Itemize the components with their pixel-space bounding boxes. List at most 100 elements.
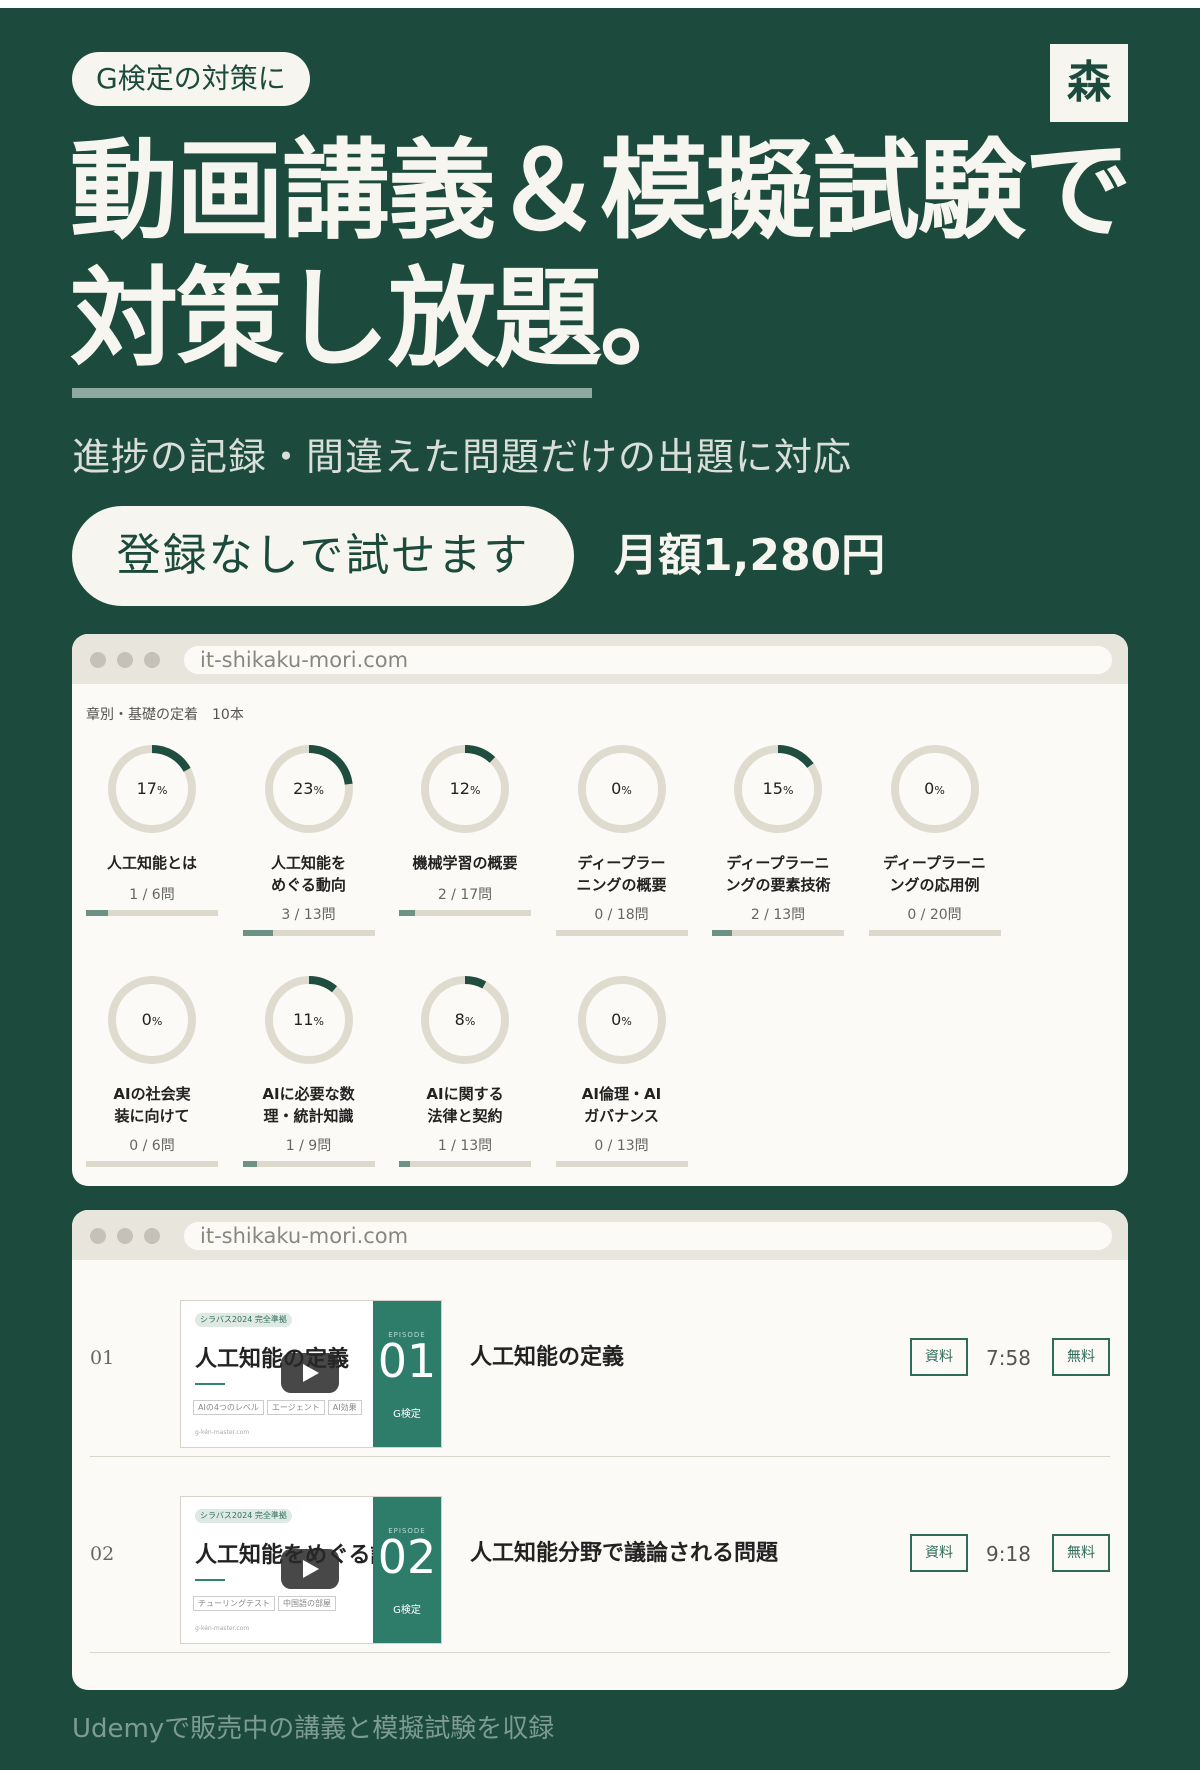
- percent-value: 0: [611, 779, 622, 798]
- chapter-title-line: ニングの概要: [576, 876, 667, 894]
- chapter-question-count: 1 / 9問: [285, 1138, 332, 1154]
- lecture-number: 01: [90, 1347, 115, 1369]
- window-dot-icon: [90, 652, 106, 668]
- chapter-progress-fill: [242, 1161, 258, 1167]
- chapter-question-count: 1 / 13問: [437, 1138, 493, 1154]
- progress-percent: 11%: [264, 975, 354, 1065]
- materials-button[interactable]: 資料: [910, 1338, 968, 1376]
- browser-bar: it-shikaku-mori.com: [72, 1210, 1128, 1260]
- percent-unit: %: [313, 784, 324, 797]
- lecture-thumbnail[interactable]: シラバス2024 完全準拠人工知能をめぐる議論チューリングテスト中国語の部屋g-…: [180, 1496, 442, 1644]
- chapter-title-line: AI倫理・AI: [581, 1085, 662, 1103]
- percent-value: 0: [924, 779, 935, 798]
- window-dot-icon: [90, 1228, 106, 1244]
- chapter-question-count: 0 / 20問: [907, 907, 962, 923]
- percent-unit: %: [621, 1015, 632, 1028]
- section-label: 章別・基礎の定着 10本: [86, 707, 244, 723]
- chapter-title: AIに必要な数 理・統計知識: [243, 1083, 375, 1127]
- thumbnail-episode-panel: EPISODE 01 G検定: [373, 1301, 441, 1447]
- chapter-title-line: ディープラーニ: [882, 854, 987, 872]
- thumbnail-accent-line: [195, 1383, 225, 1385]
- chapter-card[interactable]: 0% ディープラーニ ングの応用例 0 / 20問: [868, 744, 1001, 954]
- chapter-question-count: 3 / 13問: [281, 907, 336, 923]
- chapter-title: ディープラーニ ングの要素技術: [712, 852, 844, 896]
- chapter-title-line: ディープラーニ: [726, 854, 830, 872]
- headline: 動画講義＆模擬試験で 対策し放題。: [70, 128, 1180, 384]
- chapter-title-line: ディープラー: [577, 854, 666, 872]
- progress-percent: 0%: [577, 975, 667, 1065]
- chapter-card[interactable]: 17% 人工知能とは 1 / 6問: [86, 744, 218, 954]
- chapter-question-count: 0 / 13問: [594, 1138, 649, 1154]
- lecture-number: 02: [90, 1543, 115, 1565]
- percent-value: 17: [136, 779, 157, 798]
- percent-value: 12: [449, 779, 470, 798]
- url-bar[interactable]: it-shikaku-mori.com: [184, 646, 1112, 674]
- window-dot-icon: [144, 1228, 160, 1244]
- chapter-title-line: 装に向けて: [114, 1107, 190, 1125]
- thumbnail-accent-line: [195, 1579, 225, 1581]
- monthly-price: 月額1,280円: [614, 530, 886, 581]
- thumbnail-chip: AIの4つのレベル: [193, 1400, 264, 1415]
- lecture-title[interactable]: 人工知能の定義: [470, 1260, 624, 1456]
- chapter-card[interactable]: 15% ディープラーニ ングの要素技術 2 / 13問: [712, 744, 844, 954]
- play-icon[interactable]: [281, 1549, 339, 1589]
- chapter-title: 機械学習の概要: [399, 852, 531, 874]
- percent-value: 0: [611, 1010, 622, 1029]
- free-badge[interactable]: 無料: [1052, 1338, 1110, 1376]
- chapter-card[interactable]: 0% AIの社会実 装に向けて 0 / 6問: [86, 975, 218, 1185]
- thumbnail-exam-label: G検定: [393, 1409, 421, 1420]
- thumbnail-chip: チューリングテスト: [193, 1596, 275, 1611]
- percent-unit: %: [469, 784, 481, 797]
- play-icon[interactable]: [281, 1353, 339, 1393]
- progress-percent: 0%: [577, 744, 667, 834]
- chapter-progress-bar: [555, 1161, 688, 1167]
- try-without-signup-button[interactable]: 登録なしで試せます: [72, 506, 574, 606]
- thumbnail-exam-label: G検定: [393, 1605, 421, 1616]
- progress-percent: 17%: [107, 744, 197, 834]
- percent-unit: %: [151, 1015, 163, 1028]
- chapter-card[interactable]: 23% 人工知能を めぐる動向 3 / 13問: [242, 744, 375, 954]
- chapter-card[interactable]: 8% AIに関する 法律と契約 1 / 13問: [399, 975, 531, 1185]
- chapter-title-line: ガバナンス: [584, 1107, 659, 1125]
- chapter-question-count: 2 / 13問: [750, 907, 806, 923]
- chapter-progress-bar: [555, 930, 688, 936]
- thumbnail-chips: チューリングテスト 中国語の部屋: [193, 1591, 339, 1611]
- chapter-title-line: 法律と契約: [427, 1107, 503, 1125]
- top-strip: [0, 0, 1200, 8]
- progress-percent: 23%: [264, 744, 354, 834]
- footer-note: Udemyで販売中の講義と模擬試験を収録: [72, 1714, 555, 1744]
- lecture-row[interactable]: 01 シラバス2024 完全準拠 人工知能の定義 AIの4つのレベル エージェント AI効…: [90, 1260, 1110, 1456]
- chapter-progress-fill: [712, 930, 732, 936]
- chapter-progress-fill: [242, 930, 273, 936]
- materials-button[interactable]: 資料: [910, 1534, 968, 1572]
- chapter-progress-bar: [242, 1161, 375, 1167]
- chapter-card[interactable]: 0% AI倫理・AI ガバナンス 0 / 13問: [555, 975, 688, 1185]
- headline-line-1: 動画講義＆模擬試験で: [70, 129, 1132, 254]
- chapter-progress-bar: [712, 930, 844, 936]
- thumbnail-chip: エージェント: [266, 1400, 325, 1415]
- lecture-row[interactable]: 02シラバス2024 完全準拠人工知能をめぐる議論チューリングテスト中国語の部屋…: [90, 1456, 1110, 1652]
- headline-underline: [72, 388, 592, 398]
- lecture-thumbnail[interactable]: シラバス2024 完全準拠 人工知能の定義 AIの4つのレベル エージェント AI効果 g…: [180, 1300, 442, 1448]
- url-bar[interactable]: it-shikaku-mori.com: [184, 1222, 1112, 1250]
- chapter-progress-fill: [86, 910, 109, 916]
- chapter-card[interactable]: 11% AIに必要な数 理・統計知識 1 / 9問: [242, 975, 375, 1185]
- chapter-question-count: 0 / 18問: [594, 907, 649, 923]
- lecture-title[interactable]: 人工知能分野で議論される問題: [470, 1456, 778, 1652]
- window-dot-icon: [144, 652, 160, 668]
- thumbnail-episode-number: 01: [377, 1334, 437, 1388]
- chapter-title: AIに関する 法律と契約: [399, 1083, 531, 1127]
- chapter-card[interactable]: 0% ディープラー ニングの概要 0 / 18問: [555, 744, 688, 954]
- chapter-title-line: めぐる動向: [271, 876, 346, 894]
- progress-percent: 15%: [733, 744, 823, 834]
- percent-value: 8: [454, 1010, 465, 1029]
- thumbnail-url: g-kén-master.com: [195, 1429, 250, 1436]
- mori-logo: 森: [1050, 44, 1128, 122]
- free-badge[interactable]: 無料: [1052, 1534, 1110, 1572]
- chapter-title-line: AIに関する: [426, 1085, 504, 1103]
- thumbnail-episode-number: 02: [377, 1530, 437, 1584]
- chapter-title: 人工知能を めぐる動向: [243, 852, 375, 896]
- chapter-title: ディープラー ニングの概要: [556, 852, 688, 896]
- chapter-card[interactable]: 12% 機械学習の概要 2 / 17問: [399, 744, 531, 954]
- percent-unit: %: [934, 784, 945, 797]
